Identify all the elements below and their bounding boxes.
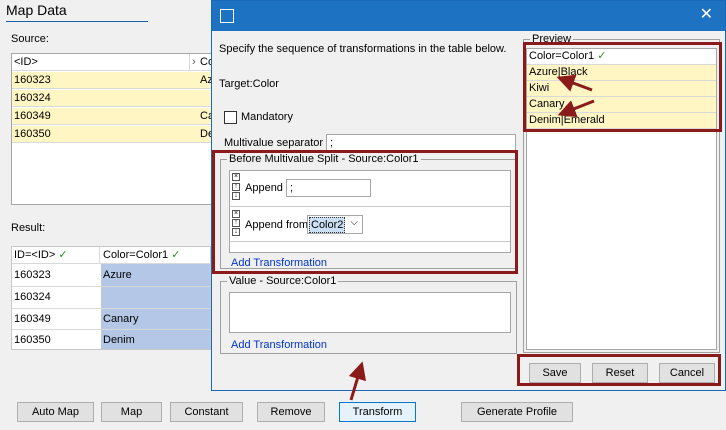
result-label: Result: xyxy=(11,222,46,234)
list-item[interactable]: Canary xyxy=(527,97,716,113)
preview-cell: Azure|Black xyxy=(529,66,588,78)
reset-button[interactable]: Reset xyxy=(592,363,648,383)
mandatory-checkbox[interactable] xyxy=(224,111,237,124)
table-cell: 160323 xyxy=(14,74,51,86)
transformation-list: × ↑ ↓ Append ; × ↑ ↓ Append from Color2 … xyxy=(229,170,511,253)
list-item[interactable]: Azure|Black xyxy=(527,65,716,81)
instructions-text: Specify the sequence of transformations … xyxy=(219,43,507,55)
value-transformation-list xyxy=(229,292,511,333)
preview-col-color: Color=Color1 ✓ xyxy=(529,50,607,62)
table-cell: 160349 xyxy=(14,313,51,325)
table-cell xyxy=(101,287,210,308)
cancel-button[interactable]: Cancel xyxy=(659,363,715,383)
table-cell: 160323 xyxy=(14,269,51,281)
add-transformation-link[interactable]: Add Transformation xyxy=(231,257,327,269)
append-label: Append xyxy=(245,182,283,194)
table-row[interactable]: 160349 Canary xyxy=(12,309,210,330)
map-button[interactable]: Map xyxy=(101,402,162,422)
result-grid[interactable]: ID=<ID> ✓ Color=Color1 ✓ 160323 Azure 16… xyxy=(11,246,211,350)
transformation-row-append-from[interactable]: × ↑ ↓ Append from Color2 ⌵ xyxy=(230,208,510,242)
table-row[interactable]: 160350 De xyxy=(12,126,215,143)
table-cell: 160350 xyxy=(14,334,51,346)
check-icon: ✓ xyxy=(58,249,68,261)
multivalue-separator-input[interactable]: ; xyxy=(326,134,516,153)
source-grid-header: <ID> › Co xyxy=(12,54,215,71)
mandatory-label: Mandatory xyxy=(241,111,293,123)
append-from-label: Append from xyxy=(245,219,308,231)
table-cell: 160324 xyxy=(14,92,51,104)
before-split-group: Before Multivalue Split - Source:Color1 … xyxy=(220,153,517,269)
move-up-icon[interactable]: ↑ xyxy=(232,183,240,191)
remove-button[interactable]: Remove xyxy=(257,402,325,422)
move-down-icon[interactable]: ↓ xyxy=(232,228,240,236)
multivalue-separator-label: Multivalue separator xyxy=(224,137,324,149)
append-from-select[interactable]: Color2 ⌵ xyxy=(307,215,363,234)
list-item[interactable]: Kiwi xyxy=(527,81,716,97)
result-grid-header: ID=<ID> ✓ Color=Color1 ✓ xyxy=(12,247,210,264)
table-cell: Canary xyxy=(101,309,210,329)
save-button[interactable]: Save xyxy=(529,363,581,383)
table-row[interactable]: 160350 Denim xyxy=(12,330,210,349)
preview-header: Color=Color1 ✓ xyxy=(527,49,716,65)
table-row[interactable]: 160349 Ca xyxy=(12,108,215,125)
check-icon: ✓ xyxy=(597,50,607,62)
table-cell: 160349 xyxy=(14,110,51,122)
source-col-id[interactable]: <ID> xyxy=(12,54,190,70)
table-cell: 160350 xyxy=(14,128,51,140)
source-col-divider-glyph: › xyxy=(192,56,196,68)
add-transformation-link-2[interactable]: Add Transformation xyxy=(231,339,327,351)
window-icon xyxy=(220,9,234,23)
value-legend: Value - Source:Color1 xyxy=(227,275,339,287)
before-split-legend: Before Multivalue Split - Source:Color1 xyxy=(227,153,421,165)
move-up-icon[interactable]: ↑ xyxy=(232,219,240,227)
preview-cell: Canary xyxy=(529,98,565,110)
table-row[interactable]: 160323 Az xyxy=(12,72,215,89)
remove-row-icon[interactable]: × xyxy=(232,173,240,181)
result-col-id[interactable]: ID=<ID> ✓ xyxy=(12,247,100,263)
chevron-down-icon: ⌵ xyxy=(350,217,358,228)
preview-grid[interactable]: Color=Color1 ✓ Azure|Black Kiwi Canary D… xyxy=(526,48,717,350)
preview-legend: Preview xyxy=(530,33,574,45)
auto-map-button[interactable]: Auto Map xyxy=(17,402,94,422)
source-grid[interactable]: <ID> › Co 160323 Az 160324 160349 Ca 160… xyxy=(11,53,216,205)
table-row[interactable]: 160323 Azure xyxy=(12,264,210,287)
result-col-color[interactable]: Color=Color1 ✓ xyxy=(101,247,210,263)
table-cell: Denim xyxy=(101,330,210,349)
transformation-row-append[interactable]: × ↑ ↓ Append ; xyxy=(230,171,510,207)
preview-group: Preview Color=Color1 ✓ Azure|Black Kiwi … xyxy=(523,33,720,353)
close-icon[interactable]: ✕ xyxy=(700,6,713,24)
preview-cell: Kiwi xyxy=(529,82,550,94)
remove-row-icon[interactable]: × xyxy=(232,210,240,218)
table-row[interactable]: 160324 xyxy=(12,287,210,309)
table-cell: 160324 xyxy=(14,291,51,303)
value-group: Value - Source:Color1 Add Transformation xyxy=(220,275,517,354)
generate-profile-button[interactable]: Generate Profile xyxy=(461,402,573,422)
move-down-icon[interactable]: ↓ xyxy=(232,192,240,200)
append-from-value: Color2 xyxy=(309,217,346,233)
list-item[interactable]: Denim|Emerald xyxy=(527,113,716,129)
table-row[interactable]: 160324 xyxy=(12,90,215,107)
table-cell: Azure xyxy=(101,264,210,286)
window-title: Map Data xyxy=(6,2,67,18)
transform-button[interactable]: Transform xyxy=(339,402,416,422)
target-label: Target:Color xyxy=(219,78,279,90)
dialog-titlebar[interactable]: ✕ xyxy=(212,1,725,31)
preview-cell: Denim|Emerald xyxy=(529,114,605,126)
check-icon: ✓ xyxy=(171,249,181,261)
source-label: Source: xyxy=(11,33,49,45)
title-underline xyxy=(6,21,148,22)
constant-button[interactable]: Constant xyxy=(170,402,243,422)
transform-dialog: ✕ Specify the sequence of transformation… xyxy=(211,0,726,391)
append-input[interactable]: ; xyxy=(286,179,371,197)
